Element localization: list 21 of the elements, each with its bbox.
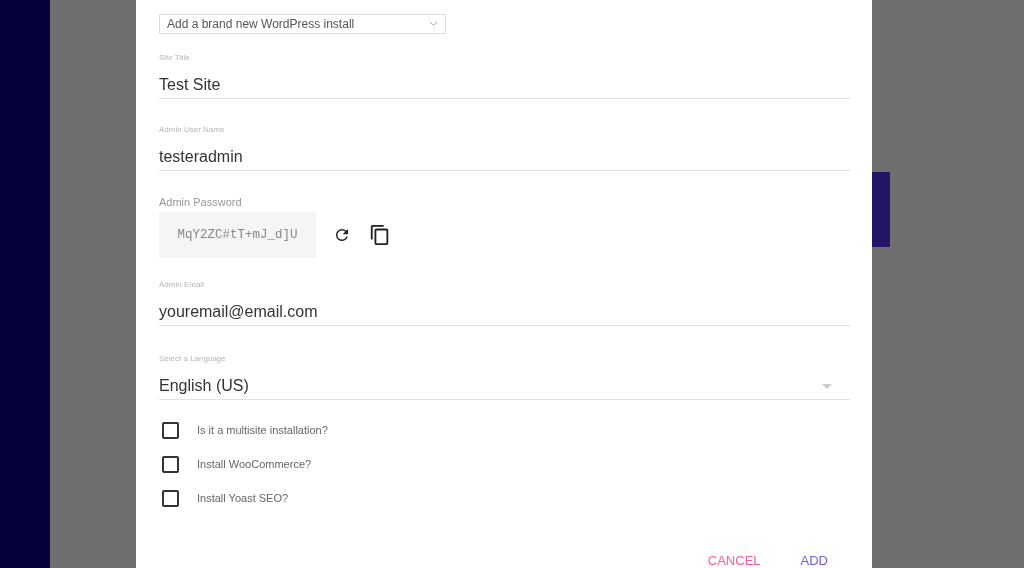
text-field[interactable]: Test Site	[159, 75, 850, 99]
text-field[interactable]: testeradmin	[159, 147, 850, 171]
field-label: Admin User Name	[159, 125, 226, 135]
text-field[interactable]: English (US)	[159, 376, 850, 400]
field-label: Select a Language	[159, 354, 227, 364]
field-label: Site Title	[159, 53, 191, 63]
dropdown-arrow-icon	[822, 383, 832, 389]
checkbox-label: Is it a multisite installation?	[197, 423, 328, 439]
chevron-down-icon	[429, 21, 438, 27]
copy-icon	[369, 224, 391, 246]
field-label: Admin Password	[159, 195, 243, 209]
refresh-icon	[333, 226, 351, 244]
text-field[interactable]: youremail@email.com	[159, 302, 850, 326]
add-button[interactable]: ADD	[792, 549, 836, 568]
checkbox[interactable]	[162, 422, 179, 439]
field-label: Admin Email	[159, 280, 205, 290]
checkbox[interactable]	[162, 456, 179, 473]
checkbox-label: Install WooCommerce?	[197, 457, 312, 473]
checkbox-label: Install Yoast SEO?	[197, 491, 289, 507]
checkbox[interactable]	[162, 490, 179, 507]
install-type-select[interactable]: Add a brand new WordPress install	[159, 14, 446, 34]
